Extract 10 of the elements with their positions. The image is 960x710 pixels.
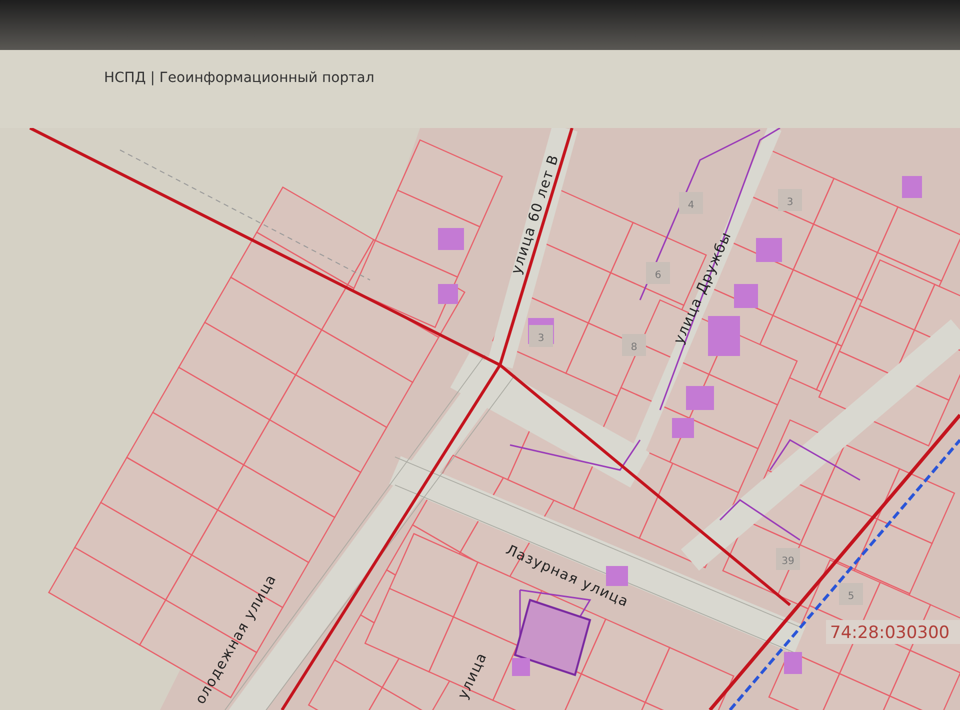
portal-title: НСПД | Геоинформационный портал [104,70,374,86]
parcel-number: 8 [630,342,638,353]
cadastral-number: 74:28:030300 [830,623,950,643]
parcel-number: 4 [688,200,694,211]
parcel-number: 3 [538,333,544,344]
street-label: улица 60 лет В [508,152,562,276]
parcel-number: 6 [654,270,662,281]
parcel-number: 3 [786,197,794,208]
parcel-number: 5 [848,591,854,602]
parcel-number: 39 [782,556,794,567]
